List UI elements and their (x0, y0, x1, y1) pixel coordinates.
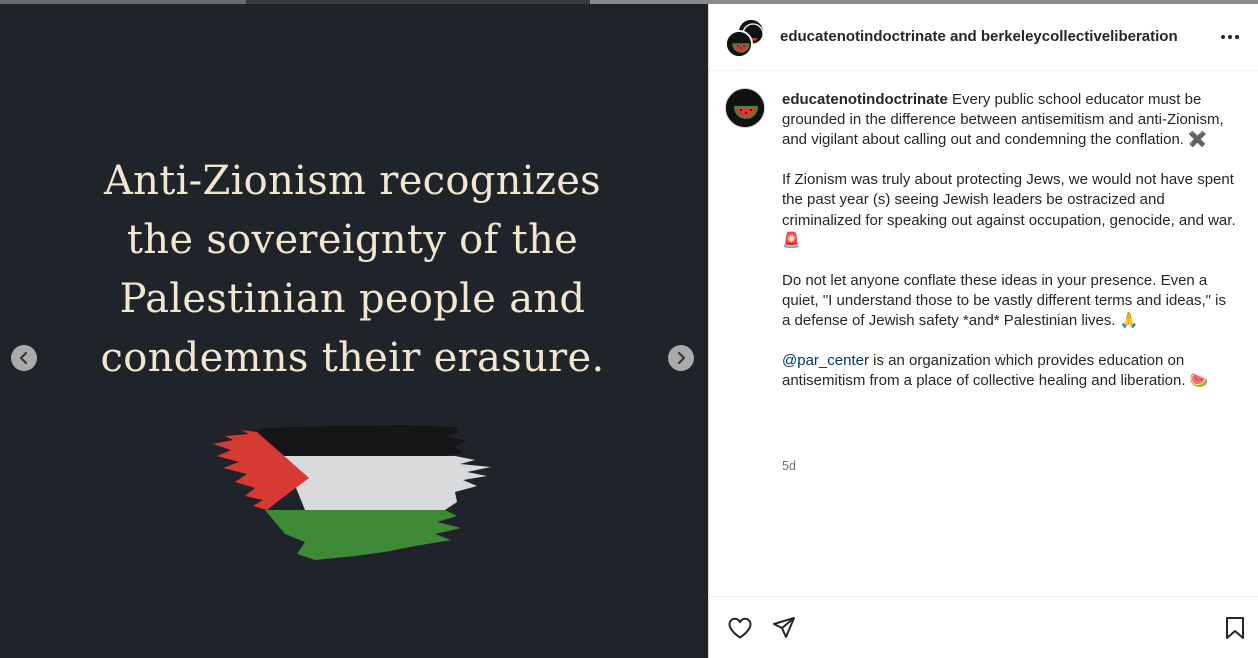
share-button[interactable] (770, 614, 798, 642)
post-actions-bar (709, 596, 1258, 658)
caption-paragraph: @par_center is an organization which pro… (782, 351, 1237, 391)
caption-paragraph: Do not let anyone conflate these ideas i… (782, 271, 1237, 331)
heavy-x-emoji-icon: ✖️ (1188, 131, 1207, 149)
quote-line: condemns their erasure. (100, 335, 605, 381)
caption-text: If Zionism was truly about protecting Je… (782, 171, 1236, 229)
chevron-left-icon (20, 352, 27, 364)
caption-paragraph: If Zionism was truly about protecting Je… (782, 170, 1237, 250)
flag-white-stripe (283, 456, 491, 510)
post-timestamp[interactable]: 5d (782, 459, 796, 473)
more-options-icon (1228, 35, 1232, 39)
quote-line: the sovereignty of the (126, 217, 579, 263)
watermelon-emoji-icon: 🍉 (1189, 372, 1209, 390)
watermelon-logo-icon (727, 32, 751, 56)
caption-username[interactable]: educatenotindoctrinate (782, 91, 948, 108)
quote-line: Palestinian people and (119, 276, 586, 322)
more-options-icon (1235, 35, 1239, 39)
post-media[interactable]: Anti-Zionism recognizes the sovereignty … (0, 4, 708, 658)
avatar[interactable] (725, 88, 765, 128)
slide-quote: Anti-Zionism recognizes the sovereignty … (80, 152, 625, 388)
chevron-right-icon (678, 352, 685, 364)
heart-icon (728, 617, 752, 639)
author-username[interactable]: educatenotindoctrinate (780, 28, 946, 45)
post-caption: educatenotindoctrinate Every public scho… (782, 90, 1237, 391)
flag-green-stripe (265, 510, 461, 560)
bookmark-icon (1226, 617, 1244, 639)
paper-plane-icon (773, 617, 795, 638)
siren-emoji-icon: 🚨 (782, 231, 801, 249)
post-header: educatenotindoctrinate and berkeleycolle… (709, 4, 1258, 71)
collab-avatars[interactable] (725, 18, 765, 58)
quote-line: Anti-Zionism recognizes (103, 158, 602, 204)
mention-link[interactable]: @par_center (782, 352, 869, 369)
more-options-button[interactable] (1217, 25, 1243, 49)
save-button[interactable] (1221, 614, 1249, 642)
collaborator-username[interactable]: berkeleycollectiveliberation (981, 28, 1178, 45)
carousel-next-button[interactable] (668, 345, 694, 371)
caption-paragraph: educatenotindoctrinate Every public scho… (782, 90, 1237, 150)
authors-connector: and (950, 28, 977, 45)
folded-hands-emoji-icon: 🙏 (1119, 312, 1139, 330)
caption-text: Do not let anyone conflate these ideas i… (782, 271, 1226, 330)
like-button[interactable] (726, 614, 754, 642)
watermelon-logo-icon (726, 89, 764, 127)
post-authors: educatenotindoctrinate and berkeleycolle… (780, 28, 1178, 45)
palestine-flag-brush-icon (213, 425, 491, 560)
carousel-prev-button[interactable] (11, 345, 37, 371)
avatar[interactable] (725, 30, 753, 58)
post-side-panel: educatenotindoctrinate and berkeleycolle… (708, 4, 1258, 658)
more-options-icon (1221, 35, 1225, 39)
